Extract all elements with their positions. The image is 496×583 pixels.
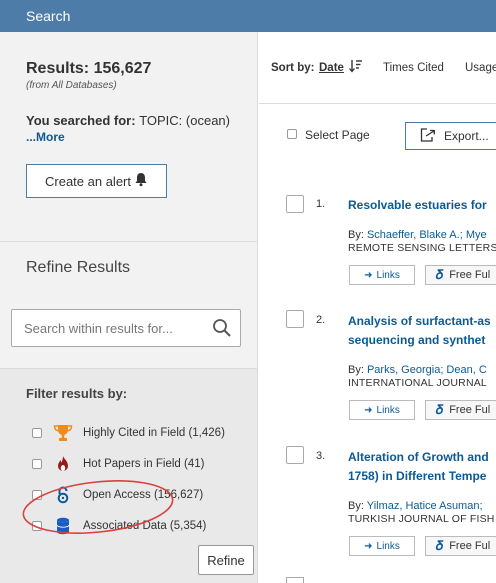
search-within-input[interactable]: Search within results for... (11, 309, 241, 347)
links-button[interactable]: ➜ Links (349, 536, 415, 556)
record-checkbox[interactable] (286, 195, 304, 213)
filter-label: Highly Cited in Field (1,426) (83, 427, 225, 439)
arrow-right-icon: ➜ (364, 269, 373, 281)
authors-prefix: By: (348, 364, 367, 376)
sort-option-usage[interactable]: Usage (465, 62, 496, 74)
filter-label: Open Access (156,627) (83, 489, 204, 501)
filter-panel: Filter results by: Highly Cited in Field… (0, 369, 257, 583)
flame-icon (52, 455, 74, 473)
links-label: Links (376, 404, 400, 416)
record-authors-link[interactable]: Parks, Georgia; Dean, C (367, 364, 487, 376)
free-label: Free Ful (449, 540, 491, 552)
free-full-text-button[interactable]: 𝛿 Free Ful (425, 536, 496, 556)
arrow-right-icon: ➜ (364, 404, 373, 416)
refine-button[interactable]: Refine (198, 545, 254, 575)
filter-title: Filter results by: (26, 386, 128, 401)
searched-for-text: You searched for: TOPIC: (ocean) (26, 113, 230, 128)
links-button[interactable]: ➜ Links (349, 265, 415, 285)
arrow-right-icon: ➜ (364, 540, 373, 552)
checkbox[interactable] (32, 521, 42, 531)
searched-topic: TOPIC: (139, 113, 183, 128)
record-title[interactable]: Alteration of Growth and (348, 448, 489, 466)
filter-label: Associated Data (5,354) (83, 520, 207, 532)
results-count: Results: 156,627 (26, 60, 152, 77)
open-access-icon: 𝛿 (436, 267, 444, 282)
checkbox[interactable] (32, 459, 42, 469)
select-page-checkbox[interactable] (287, 129, 297, 139)
more-link[interactable]: ...More (26, 130, 65, 144)
results-main: Sort by: Date Times Cited Usage Select P… (259, 32, 496, 583)
open-access-icon (52, 486, 74, 504)
links-label: Links (376, 269, 400, 281)
create-alert-button[interactable]: Create an alert (26, 164, 167, 198)
select-toolbar: Select Page Export... (259, 104, 496, 164)
sort-bar: Sort by: Date Times Cited Usage (259, 32, 496, 104)
record-authors-link[interactable]: Schaeffer, Blake A.; Mye (367, 229, 487, 241)
sort-label: Sort by: (271, 62, 315, 74)
record-title[interactable]: Analysis of surfactant-as (348, 312, 491, 330)
bell-icon (134, 172, 148, 190)
record-checkbox[interactable] (286, 446, 304, 464)
free-label: Free Ful (449, 404, 491, 416)
record-checkbox[interactable] (286, 310, 304, 328)
filter-hot-papers[interactable]: Hot Papers in Field (41) (32, 454, 204, 474)
record-journal: TURKISH JOURNAL OF FISH (348, 513, 495, 525)
record-title[interactable]: Resolvable estuaries for (348, 196, 487, 214)
results-source: (from All Databases) (26, 80, 117, 91)
export-label: Export... (444, 129, 489, 143)
searched-query: (ocean) (182, 113, 230, 128)
links-button[interactable]: ➜ Links (349, 400, 415, 420)
filter-associated-data[interactable]: Associated Data (5,354) (32, 516, 206, 536)
database-icon (52, 517, 74, 535)
checkbox[interactable] (32, 428, 42, 438)
record-number: 1. (316, 198, 326, 210)
links-label: Links (376, 540, 400, 552)
record-journal: INTERNATIONAL JOURNAL (348, 377, 487, 389)
record-title-line-2[interactable]: sequencing and synthet (348, 331, 485, 349)
authors-prefix: By: (348, 229, 367, 241)
select-page-label: Select Page (305, 128, 370, 142)
free-full-text-button[interactable]: 𝛿 Free Ful (425, 400, 496, 420)
checkbox[interactable] (32, 490, 42, 500)
record-authors: By: Parks, Georgia; Dean, C (348, 364, 487, 376)
refine-results-title: Refine Results (26, 259, 131, 276)
record-checkbox[interactable] (286, 577, 304, 583)
authors-prefix: By: (348, 500, 367, 512)
export-button[interactable]: Export... (405, 122, 496, 150)
search-icon[interactable] (212, 318, 232, 343)
results-summary: Results: 156,627 (from All Databases) Yo… (0, 32, 258, 242)
sort-descending-icon[interactable] (349, 59, 363, 78)
refine-section: Refine Results (0, 242, 258, 369)
filter-open-access[interactable]: Open Access (156,627) (32, 485, 203, 505)
sort-option-date[interactable]: Date (319, 62, 344, 74)
record-number: 2. (316, 314, 326, 326)
open-access-icon: 𝛿 (436, 538, 444, 553)
filter-label: Hot Papers in Field (41) (83, 458, 205, 470)
record-number: 3. (316, 450, 326, 462)
record-authors-link[interactable]: Yilmaz, Hatice Asuman; (367, 500, 483, 512)
open-access-icon: 𝛿 (436, 402, 444, 417)
export-icon (420, 127, 436, 145)
filter-highly-cited[interactable]: Highly Cited in Field (1,426) (32, 423, 225, 443)
free-label: Free Ful (449, 269, 491, 281)
free-full-text-button[interactable]: 𝛿 Free Ful (425, 265, 496, 285)
record-title-line-2[interactable]: 1758) in Different Tempe (348, 467, 486, 485)
searched-prefix: You searched for: (26, 113, 140, 128)
sidebar: Results: 156,627 (from All Databases) Yo… (0, 32, 258, 583)
create-alert-label: Create an alert (45, 173, 131, 189)
header-title: Search (26, 8, 71, 24)
search-within-placeholder: Search within results for... (24, 321, 173, 336)
record-authors: By: Schaeffer, Blake A.; Mye (348, 229, 487, 241)
record-journal: REMOTE SENSING LETTERS (348, 242, 496, 254)
record-authors: By: Yilmaz, Hatice Asuman; (348, 500, 483, 512)
trophy-icon (52, 424, 74, 442)
sort-option-times-cited[interactable]: Times Cited (383, 62, 444, 74)
search-header-bar: Search (0, 0, 496, 32)
